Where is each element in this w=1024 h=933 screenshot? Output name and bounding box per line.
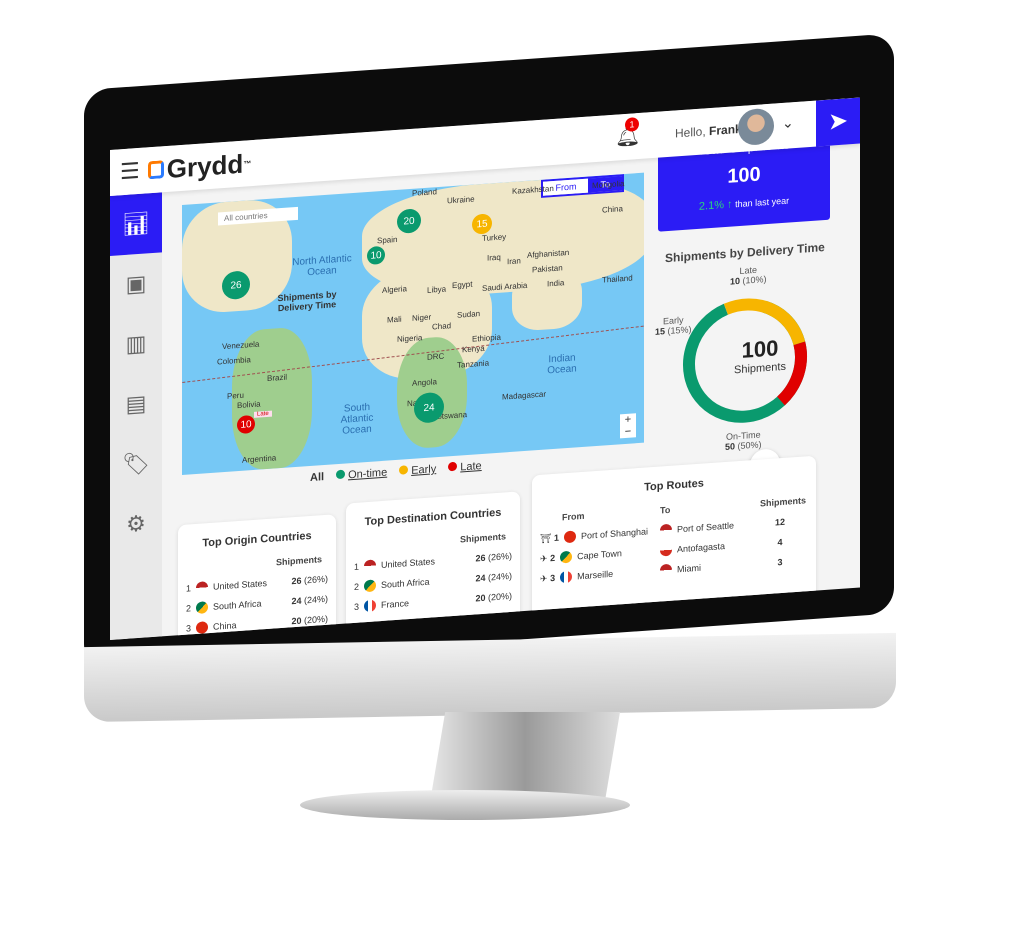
ocean-label: North Atlantic Ocean <box>292 253 352 279</box>
country-label: Iraq <box>487 252 501 263</box>
total-value: 100 <box>727 163 761 188</box>
late-tag: Late <box>254 410 272 418</box>
map-zoom-controls: + − <box>620 413 636 439</box>
box-icon: ▣ <box>125 270 147 297</box>
country-label: Tanzania <box>457 358 490 370</box>
send-icon[interactable]: ➤ <box>816 97 860 147</box>
flag-icon <box>364 599 377 613</box>
country-label: Poland <box>412 187 437 198</box>
country-label: Algeria <box>382 284 407 295</box>
flag-icon <box>364 559 377 573</box>
port-icon: ⛩ <box>540 532 552 544</box>
country-label: Spain <box>377 234 398 246</box>
greeting: Hello, Frank <box>675 121 742 141</box>
flag-icon <box>364 579 377 593</box>
document-icon: ▤ <box>125 390 147 417</box>
tag-icon: 🏷︎ <box>122 450 150 478</box>
flag-icon <box>563 530 576 544</box>
zoom-out-button[interactable]: − <box>620 425 636 438</box>
change-value: 2.1% ↑ <box>698 198 733 213</box>
country-label: Angola <box>412 377 437 388</box>
shipments-map[interactable]: All countries From To North Atlantic Ocea… <box>182 172 644 475</box>
sidebar: 📊︎ ▣ ▥ ▤ 🏷︎ ⚙ <box>110 192 162 640</box>
sidebar-item-settings[interactable]: ⚙ <box>110 492 162 556</box>
sidebar-item-analytics[interactable]: 📊︎ <box>110 192 162 256</box>
country-label: Libya <box>427 284 447 295</box>
dashboard-screen: ☰ Grydd ™ 🔔︎ 1 Hello, Frank ⌄ ➤ 📊︎ ▣ ▥ ▤ … <box>110 97 860 641</box>
flag-icon <box>660 563 672 577</box>
monitor-foot <box>300 790 630 820</box>
flag-icon <box>560 550 573 564</box>
country-label: Thailand <box>602 273 633 285</box>
country-label: Nigeria <box>397 333 423 344</box>
country-label: Turkey <box>482 232 507 243</box>
donut-label-on-time: On-Time 50 (50%) <box>725 429 762 452</box>
airplane-icon: ✈ <box>540 552 548 564</box>
legend-early[interactable]: Early <box>399 463 436 478</box>
flag-icon <box>660 523 672 537</box>
gear-icon: ⚙ <box>126 510 146 537</box>
country-label: China <box>602 204 623 215</box>
sidebar-item-pricing[interactable]: 🏷︎ <box>110 432 162 496</box>
country-label: Ethiopia <box>472 332 501 344</box>
country-label: Egypt <box>452 279 473 291</box>
country-label: Peru <box>227 390 244 401</box>
country-label: Mali <box>387 314 402 325</box>
chevron-down-icon[interactable]: ⌄ <box>782 114 794 132</box>
chart-icon: 📊︎ <box>122 210 150 238</box>
monitor-chin <box>84 632 896 723</box>
flag-icon <box>560 570 573 584</box>
donut-center: 100 Shipments <box>734 335 786 377</box>
country-label: Iran <box>507 256 521 267</box>
flag-icon <box>196 601 209 614</box>
country-label: Niger <box>412 312 432 323</box>
container-icon: ▥ <box>125 330 147 357</box>
sidebar-item-containers[interactable]: ▥ <box>110 312 162 376</box>
ocean-label: Indian Ocean <box>547 352 577 377</box>
country-label: Bolivia <box>237 399 261 411</box>
legend-late[interactable]: Late <box>448 460 482 474</box>
donut-label-late: Late 10 (10%) <box>730 264 767 287</box>
ocean-label: South Atlantic Ocean <box>340 401 374 437</box>
country-label: India <box>547 278 565 289</box>
donut-title: Shipments by Delivery Time <box>665 240 825 266</box>
country-label: DRC <box>427 351 445 362</box>
menu-icon[interactable]: ☰ <box>120 158 140 185</box>
airplane-icon: ✈ <box>540 572 548 584</box>
country-label: Sudan <box>457 309 481 320</box>
country-label: Kenya <box>462 343 485 355</box>
sidebar-item-shipments[interactable]: ▣ <box>110 252 162 316</box>
country-label: Madagascar <box>502 389 547 402</box>
logo[interactable]: Grydd ™ <box>147 148 251 186</box>
flag-icon <box>660 543 672 557</box>
flag-icon <box>196 621 209 634</box>
top-origin-card: Top Origin Countries Shipments 1 United S… <box>178 514 336 641</box>
country-label: Ukraine <box>447 194 475 206</box>
country-label: Brazil <box>267 372 288 384</box>
legend-all[interactable]: All <box>310 471 324 484</box>
sidebar-item-invoices[interactable]: ▤ <box>110 372 162 436</box>
donut-label-early: Early 15 (15%) <box>655 314 692 337</box>
monitor-stand <box>430 712 620 802</box>
avatar[interactable] <box>738 107 774 147</box>
legend-on-time[interactable]: On-time <box>336 467 387 483</box>
country-label: Chad <box>432 321 452 332</box>
flag-icon <box>196 581 209 594</box>
